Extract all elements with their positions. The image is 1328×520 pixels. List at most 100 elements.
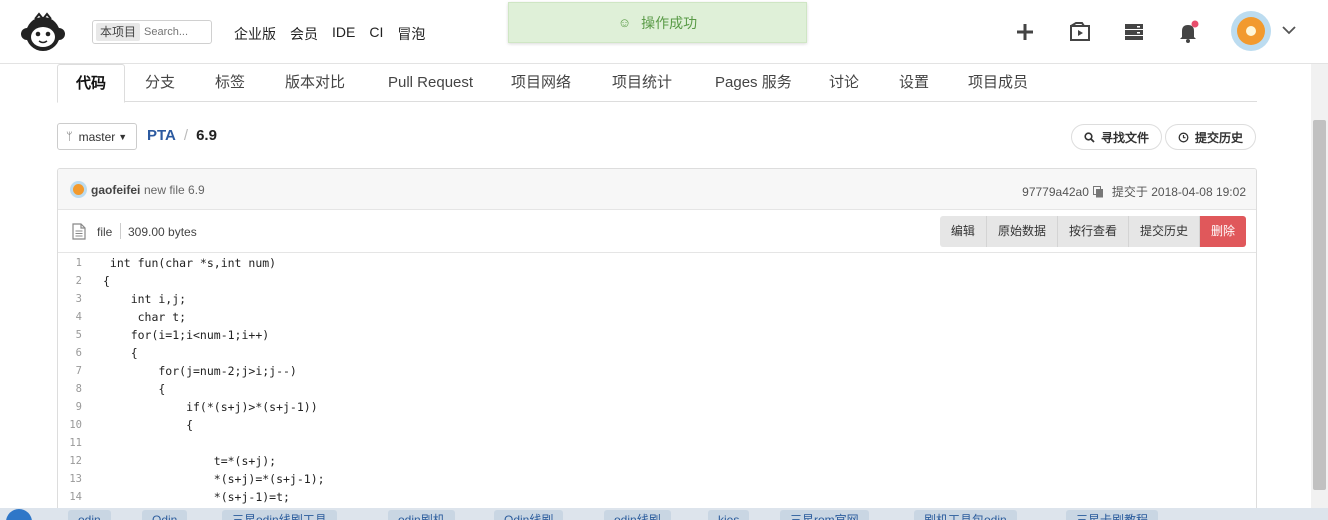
code-line: 11 — [58, 434, 1256, 452]
bottom-keyword-bar: odin Odin 三星odin线刷工具 odin刷机 Odin线刷 odin线… — [0, 508, 1328, 520]
branch-icon: ᛘ — [66, 130, 73, 143]
tab-code[interactable]: 代码 — [57, 64, 126, 103]
line-number[interactable]: 14 — [58, 488, 82, 506]
nav-ci[interactable]: CI — [369, 24, 383, 44]
find-file-button[interactable]: 寻找文件 — [1071, 124, 1163, 150]
code-line: 8 { — [58, 380, 1256, 398]
tab-network[interactable]: 项目网络 — [511, 64, 571, 102]
tab-compare[interactable]: 版本对比 — [285, 64, 345, 102]
file-divider — [120, 223, 121, 239]
line-number[interactable]: 2 — [58, 272, 82, 290]
bell-icon[interactable] — [1176, 20, 1200, 44]
line-number[interactable]: 10 — [58, 416, 82, 434]
code-line: 4 char t; — [58, 308, 1256, 326]
clock-icon — [1178, 132, 1189, 142]
line-number[interactable]: 1 — [58, 254, 82, 272]
page: 本项目 企业版 会员 IDE CI 冒泡 ☺ 操作成功 — [0, 0, 1328, 520]
nav-member[interactable]: 会员 — [290, 24, 318, 44]
commit-hash[interactable]: 97779a42a0 — [1022, 185, 1089, 199]
breadcrumb-file: 6.9 — [196, 127, 217, 144]
line-number[interactable]: 8 — [58, 380, 82, 398]
plus-icon[interactable] — [1013, 20, 1037, 44]
nav-enterprise[interactable]: 企业版 — [234, 24, 276, 44]
history-button[interactable]: 提交历史 — [1165, 124, 1257, 150]
line-number[interactable]: 4 — [58, 308, 82, 326]
commit-time: 提交于 2018-04-08 19:02 — [1111, 185, 1246, 199]
scroll-thumb[interactable] — [1313, 120, 1326, 490]
search-icon[interactable] — [6, 509, 32, 520]
nav-ide[interactable]: IDE — [332, 24, 355, 44]
line-number[interactable]: 9 — [58, 398, 82, 416]
breadcrumb-repo[interactable]: PTA — [147, 127, 176, 144]
commit-message[interactable]: new file 6.9 — [144, 183, 205, 197]
user-avatar[interactable] — [1231, 11, 1271, 51]
keyword-link[interactable]: odin线刷 — [604, 510, 671, 520]
file-history-button[interactable]: 提交历史 — [1128, 216, 1200, 247]
project-tabs: 代码 分支 标签 版本对比 Pull Request 项目网络 项目统计 Pag… — [57, 64, 1257, 103]
breadcrumb-separator: / — [183, 127, 189, 144]
keyword-link[interactable]: 刷机工具包odin — [914, 510, 1017, 520]
code-text: int i,j; — [103, 292, 187, 306]
search-box[interactable]: 本项目 — [92, 20, 212, 44]
commit-avatar[interactable] — [70, 181, 87, 198]
nav-bubble[interactable]: 冒泡 — [397, 24, 425, 44]
line-number[interactable]: 12 — [58, 452, 82, 470]
keyword-link[interactable]: Odin — [142, 510, 188, 520]
file-type: file — [97, 225, 113, 239]
branch-name: master — [78, 129, 116, 144]
tab-settings[interactable]: 设置 — [899, 64, 929, 102]
code-block: 1 int fun(char *s,int num) 2 { 3 int i,j;… — [58, 254, 1256, 506]
code-line: 14 *(s+j-1)=t; — [58, 488, 1256, 506]
server-icon[interactable] — [1122, 20, 1146, 44]
top-nav: 企业版 会员 IDE CI 冒泡 — [234, 24, 439, 44]
code-text: if(*(s+j)>*(s+j-1)) — [103, 400, 318, 414]
repo-icon[interactable] — [1068, 20, 1092, 44]
code-text: *(s+j-1)=t; — [103, 490, 290, 504]
edit-button[interactable]: 编辑 — [939, 216, 987, 247]
code-line: 3 int i,j; — [58, 290, 1256, 308]
keyword-link[interactable]: Odin线刷 — [494, 510, 564, 520]
commit-user[interactable]: gaofeifei — [91, 183, 140, 197]
line-number[interactable]: 13 — [58, 470, 82, 488]
keyword-link[interactable]: kies — [708, 510, 750, 520]
top-navbar: 本项目 企业版 会员 IDE CI 冒泡 ☺ 操作成功 — [0, 0, 1328, 64]
line-number[interactable]: 6 — [58, 344, 82, 362]
code-line: 5 for(i=1;i<num-1;i++) — [58, 326, 1256, 344]
keyword-link[interactable]: odin — [68, 510, 111, 520]
code-text: { — [103, 382, 166, 396]
line-number[interactable]: 5 — [58, 326, 82, 344]
keyword-link[interactable]: 三星odin线刷工具 — [222, 510, 337, 520]
keyword-link[interactable]: 三星rom官网 — [780, 510, 869, 520]
chevron-down-icon[interactable] — [1281, 22, 1297, 38]
tab-pages[interactable]: Pages 服务 — [715, 64, 792, 102]
tab-discussion[interactable]: 讨论 — [829, 64, 859, 102]
keyword-link[interactable]: 三星卡刷教程 — [1066, 510, 1159, 520]
monkey-logo-icon[interactable] — [20, 12, 66, 52]
keyword-link[interactable]: odin刷机 — [388, 510, 455, 520]
line-number[interactable]: 11 — [58, 434, 82, 452]
code-line: 13 *(s+j)=*(s+j-1); — [58, 470, 1256, 488]
find-file-label: 寻找文件 — [1101, 130, 1150, 145]
search-input[interactable] — [144, 26, 207, 38]
tab-stats[interactable]: 项目统计 — [612, 64, 672, 102]
file-actions: 编辑 原始数据 按行查看 提交历史 删除 — [939, 216, 1246, 247]
code-text: *(s+j)=*(s+j-1); — [103, 472, 325, 486]
code-line: 12 t=*(s+j); — [58, 452, 1256, 470]
code-line: 10 { — [58, 416, 1256, 434]
page-scrollbar[interactable] — [1311, 64, 1328, 508]
smile-icon: ☺ — [617, 15, 632, 30]
branch-select[interactable]: ᛘ master ▼ — [57, 123, 137, 150]
file-size: 309.00 bytes — [128, 225, 197, 239]
line-number[interactable]: 7 — [58, 362, 82, 380]
tab-pull-request[interactable]: Pull Request — [388, 64, 473, 102]
delete-button[interactable]: 删除 — [1199, 216, 1246, 247]
tab-branches[interactable]: 分支 — [145, 64, 175, 102]
line-number[interactable]: 3 — [58, 290, 82, 308]
raw-button[interactable]: 原始数据 — [986, 216, 1058, 247]
tab-members[interactable]: 项目成员 — [968, 64, 1028, 102]
blame-button[interactable]: 按行查看 — [1057, 216, 1129, 247]
search-scope[interactable]: 本项目 — [96, 23, 141, 41]
tab-tags[interactable]: 标签 — [215, 64, 245, 102]
code-text: int fun(char *s,int num) — [103, 256, 277, 270]
copy-icon[interactable] — [1092, 185, 1104, 198]
